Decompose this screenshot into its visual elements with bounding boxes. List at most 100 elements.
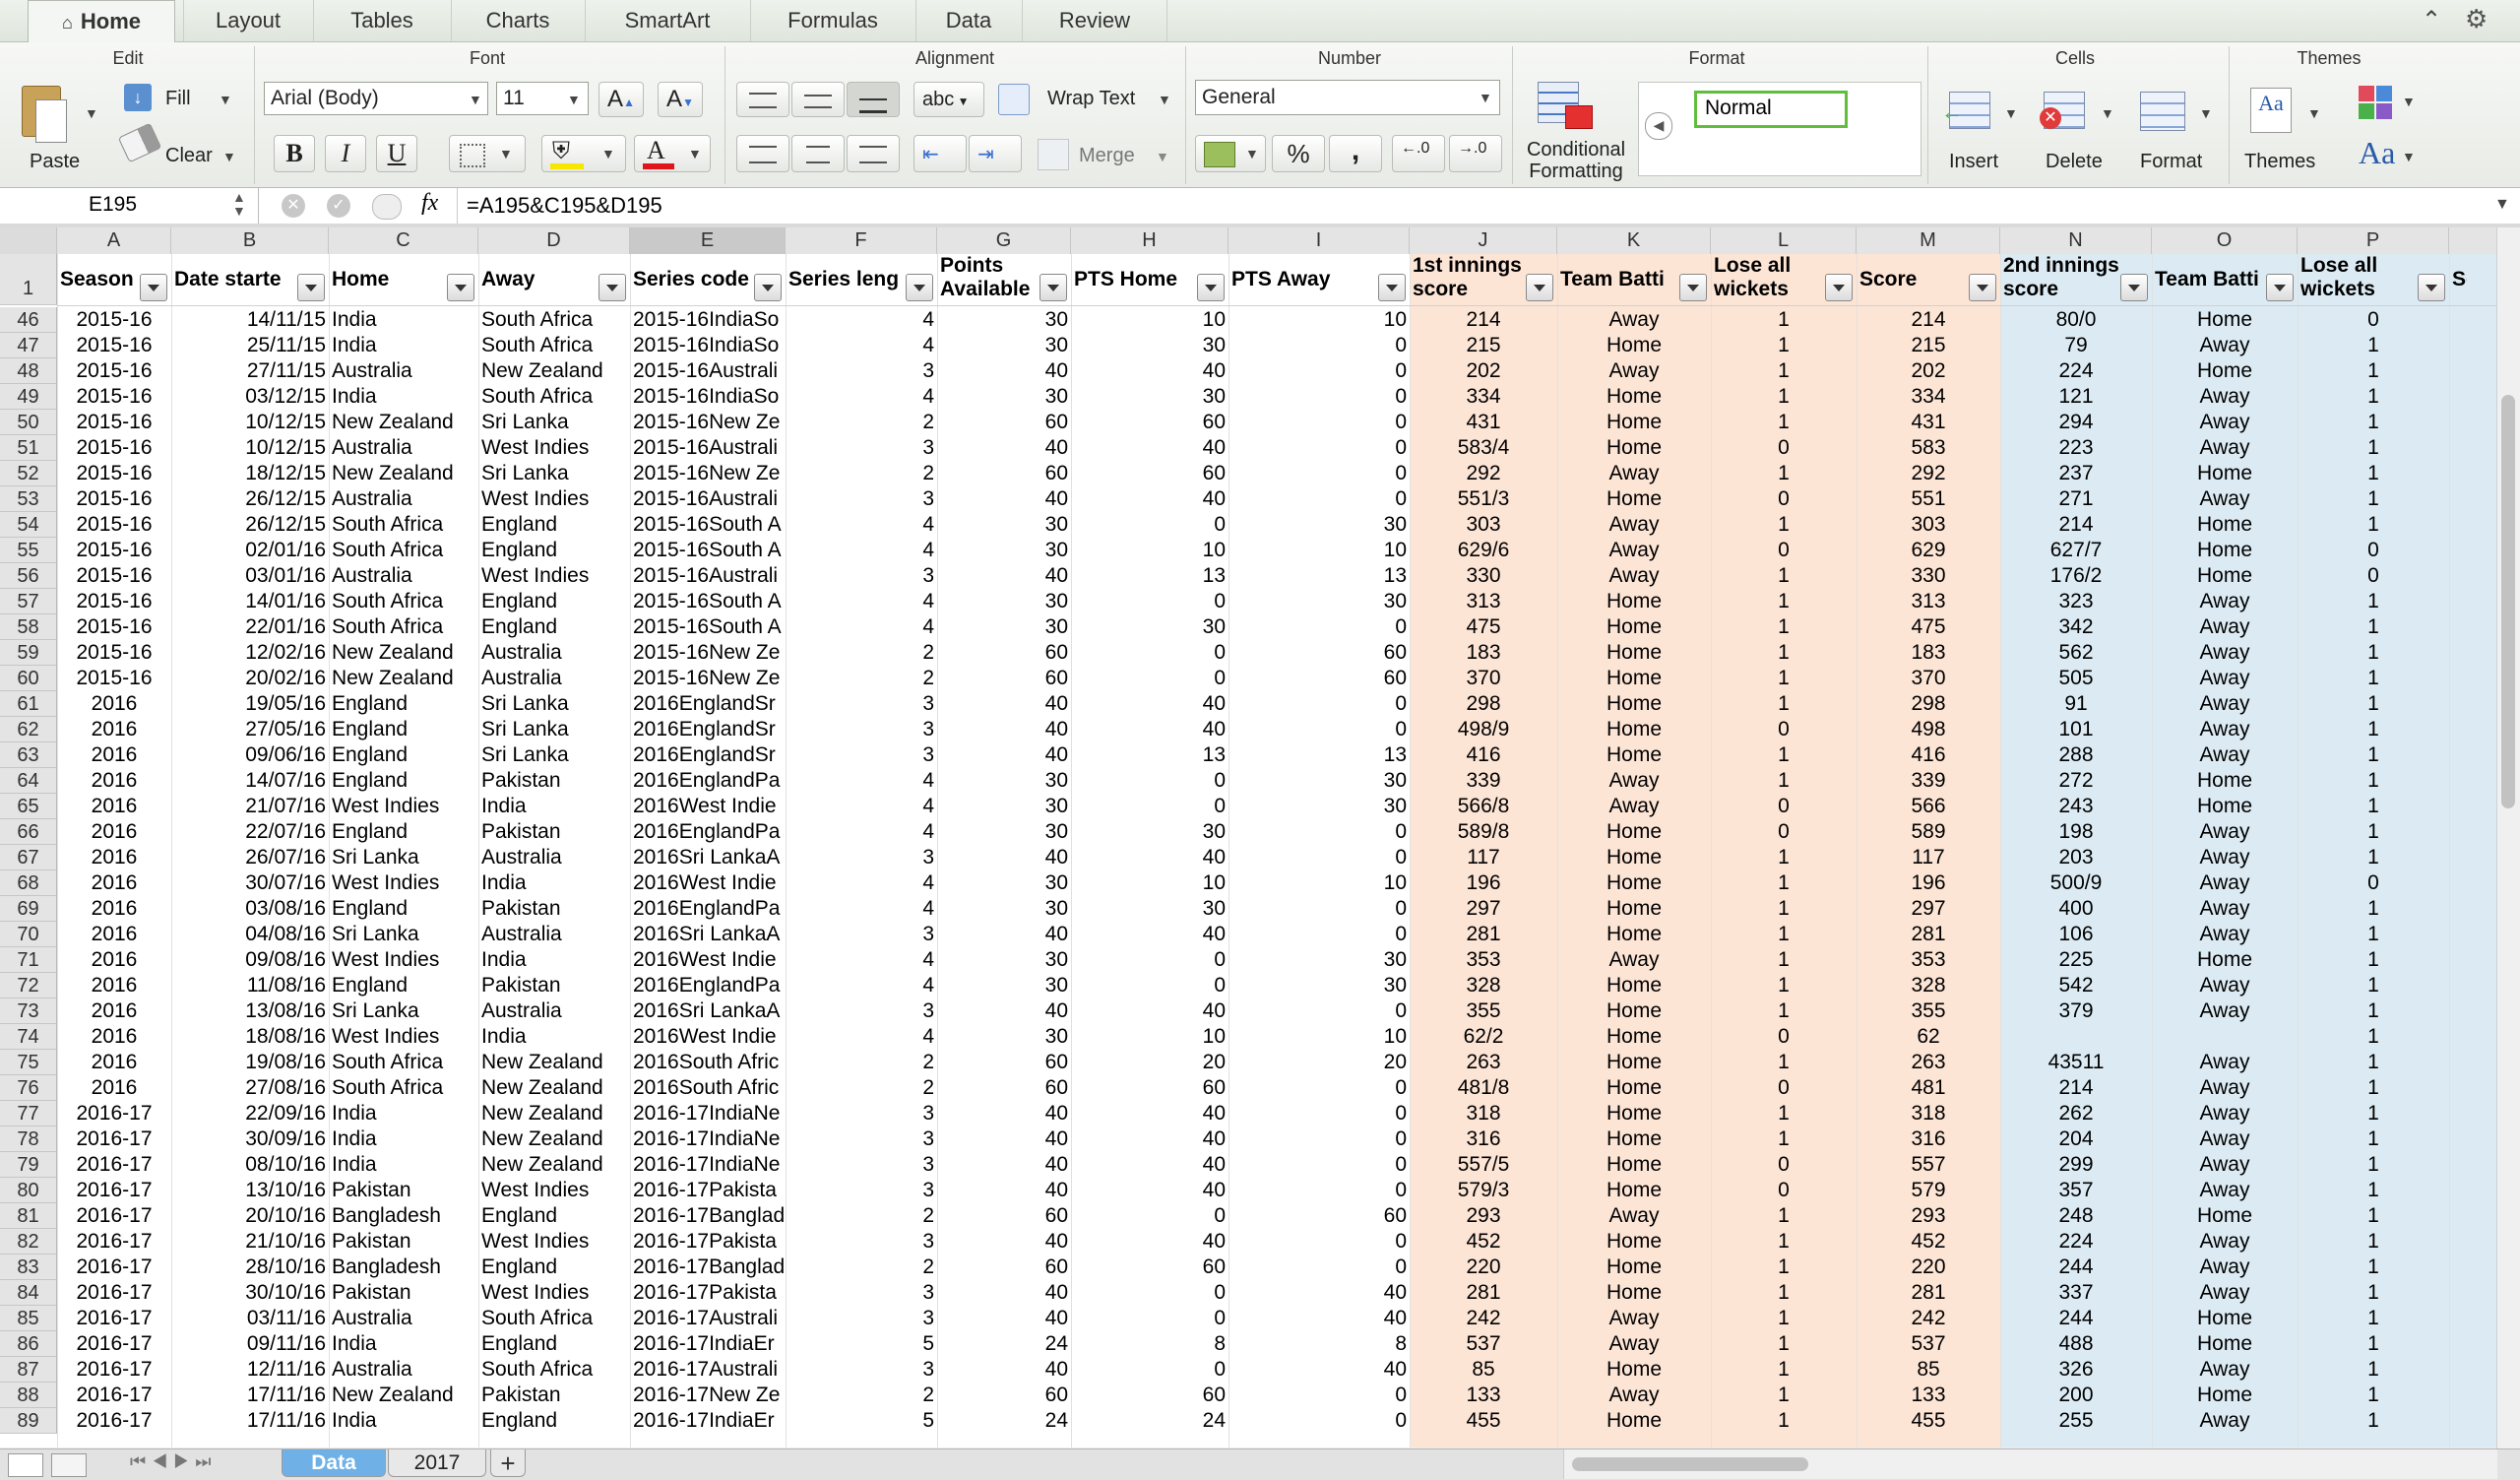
cell[interactable]: 28/10/16 [171,1255,329,1280]
cell[interactable]: 498/9 [1410,717,1557,742]
cell[interactable]: 2016-17 [57,1408,171,1434]
row-number[interactable]: 86 [0,1331,57,1357]
cell[interactable]: South Africa [329,589,478,614]
cell[interactable]: 0 [1071,1280,1228,1306]
cell[interactable]: 12/11/16 [171,1357,329,1383]
cell[interactable]: New Zealand [329,461,478,486]
cell[interactable]: 2015-16IndiaSo [630,384,786,410]
cell[interactable]: 1 [2298,1408,2449,1434]
cell[interactable]: 4 [786,307,937,333]
cell[interactable]: 40 [937,1126,1071,1152]
cell[interactable]: 2015-16 [57,538,171,563]
cell[interactable]: 481 [1857,1075,2000,1101]
tab-smartart[interactable]: SmartArt [585,0,749,41]
function-wizard-icon[interactable] [372,194,402,220]
cell[interactable]: 1 [1711,563,1857,589]
row-number[interactable]: 70 [0,922,57,947]
select-all-corner[interactable] [0,227,57,254]
cell[interactable]: 25/11/15 [171,333,329,358]
cell[interactable]: 24 [937,1331,1071,1357]
row-number[interactable]: 67 [0,845,57,870]
cell[interactable]: Home [1557,896,1711,922]
cell[interactable]: West Indies [329,947,478,973]
cell[interactable]: 0 [1228,410,1410,435]
cell[interactable]: New Zealand [329,666,478,691]
cell[interactable]: 3 [786,1178,937,1203]
cell[interactable]: 370 [1410,666,1557,691]
cell[interactable]: 2016 [57,717,171,742]
cell[interactable]: Pakistan [329,1280,478,1306]
header-cell[interactable]: Away [478,254,600,305]
cell[interactable]: Away [2152,640,2298,666]
cell[interactable]: Home [2152,1383,2298,1408]
cell[interactable]: 02/01/16 [171,538,329,563]
cell[interactable]: 400 [2000,896,2152,922]
cell[interactable]: 1 [1711,998,1857,1024]
cell[interactable]: 505 [2000,666,2152,691]
cell[interactable]: 10 [1071,1024,1228,1050]
row-number[interactable]: 66 [0,819,57,845]
cell[interactable]: 357 [2000,1178,2152,1203]
gallery-prev-icon[interactable]: ◀ [1645,112,1672,140]
row-number[interactable]: 52 [0,461,57,486]
cell[interactable]: Home [1557,1075,1711,1101]
cell[interactable]: 30 [1071,614,1228,640]
cell[interactable]: Home [1557,1152,1711,1178]
cell[interactable]: 2 [786,1203,937,1229]
cell[interactable]: 579 [1857,1178,2000,1203]
cell[interactable]: West Indies [478,486,630,512]
cell[interactable]: Away [2152,845,2298,870]
cell[interactable]: 0 [1071,768,1228,794]
cell[interactable]: 80/0 [2000,307,2152,333]
cell[interactable]: 30 [1071,819,1228,845]
cell[interactable]: 0 [1228,998,1410,1024]
cell[interactable]: 60 [937,461,1071,486]
cell[interactable]: 0 [1071,947,1228,973]
cell[interactable]: Away [1557,358,1711,384]
cell[interactable]: 2015-16 [57,461,171,486]
cell[interactable]: Home [1557,435,1711,461]
cell[interactable]: 2015-16 [57,435,171,461]
cell[interactable]: 30 [1228,589,1410,614]
header-cell[interactable]: 2nd innings score [2000,254,2122,305]
cell[interactable]: Home [2152,461,2298,486]
cell[interactable]: 328 [1410,973,1557,998]
row-number[interactable]: 68 [0,870,57,896]
cell[interactable]: 30 [1071,333,1228,358]
cell[interactable]: 0 [1071,589,1228,614]
cell[interactable]: 60 [1071,1383,1228,1408]
cell[interactable]: 2 [786,461,937,486]
cell[interactable]: 2016EnglandPa [630,973,786,998]
cell[interactable]: 313 [1857,589,2000,614]
cell[interactable]: South Africa [329,1050,478,1075]
cell[interactable]: 0 [1071,1306,1228,1331]
cell[interactable]: 224 [2000,1229,2152,1255]
cell[interactable]: Home [1557,845,1711,870]
cell[interactable]: England [329,717,478,742]
cell[interactable]: 2016EnglandPa [630,896,786,922]
cell[interactable]: 85 [1410,1357,1557,1383]
cell[interactable]: 2016EnglandSr [630,742,786,768]
cell[interactable]: 60 [937,1255,1071,1280]
cell[interactable]: 10 [1071,538,1228,563]
cell[interactable]: Home [1557,1408,1711,1434]
align-top-button[interactable] [736,82,789,117]
cell[interactable]: Home [2152,947,2298,973]
cell[interactable]: 2016 [57,845,171,870]
cell[interactable]: 452 [1410,1229,1557,1255]
fill-button[interactable]: Fill [165,88,191,110]
cell[interactable]: 183 [1857,640,2000,666]
cell[interactable]: 416 [1410,742,1557,768]
cell[interactable]: 40 [1228,1280,1410,1306]
header-cell[interactable]: Date starte [171,254,299,305]
cell[interactable]: 0 [1071,794,1228,819]
cell[interactable]: New Zealand [329,410,478,435]
paste-icon[interactable] [18,82,67,143]
cell[interactable]: 30/07/16 [171,870,329,896]
cell[interactable]: 303 [1410,512,1557,538]
cell[interactable]: 40 [937,358,1071,384]
cell[interactable]: 13 [1071,563,1228,589]
cell[interactable]: India [478,1024,630,1050]
cell[interactable]: 5 [786,1331,937,1357]
cell[interactable]: 1 [2298,998,2449,1024]
